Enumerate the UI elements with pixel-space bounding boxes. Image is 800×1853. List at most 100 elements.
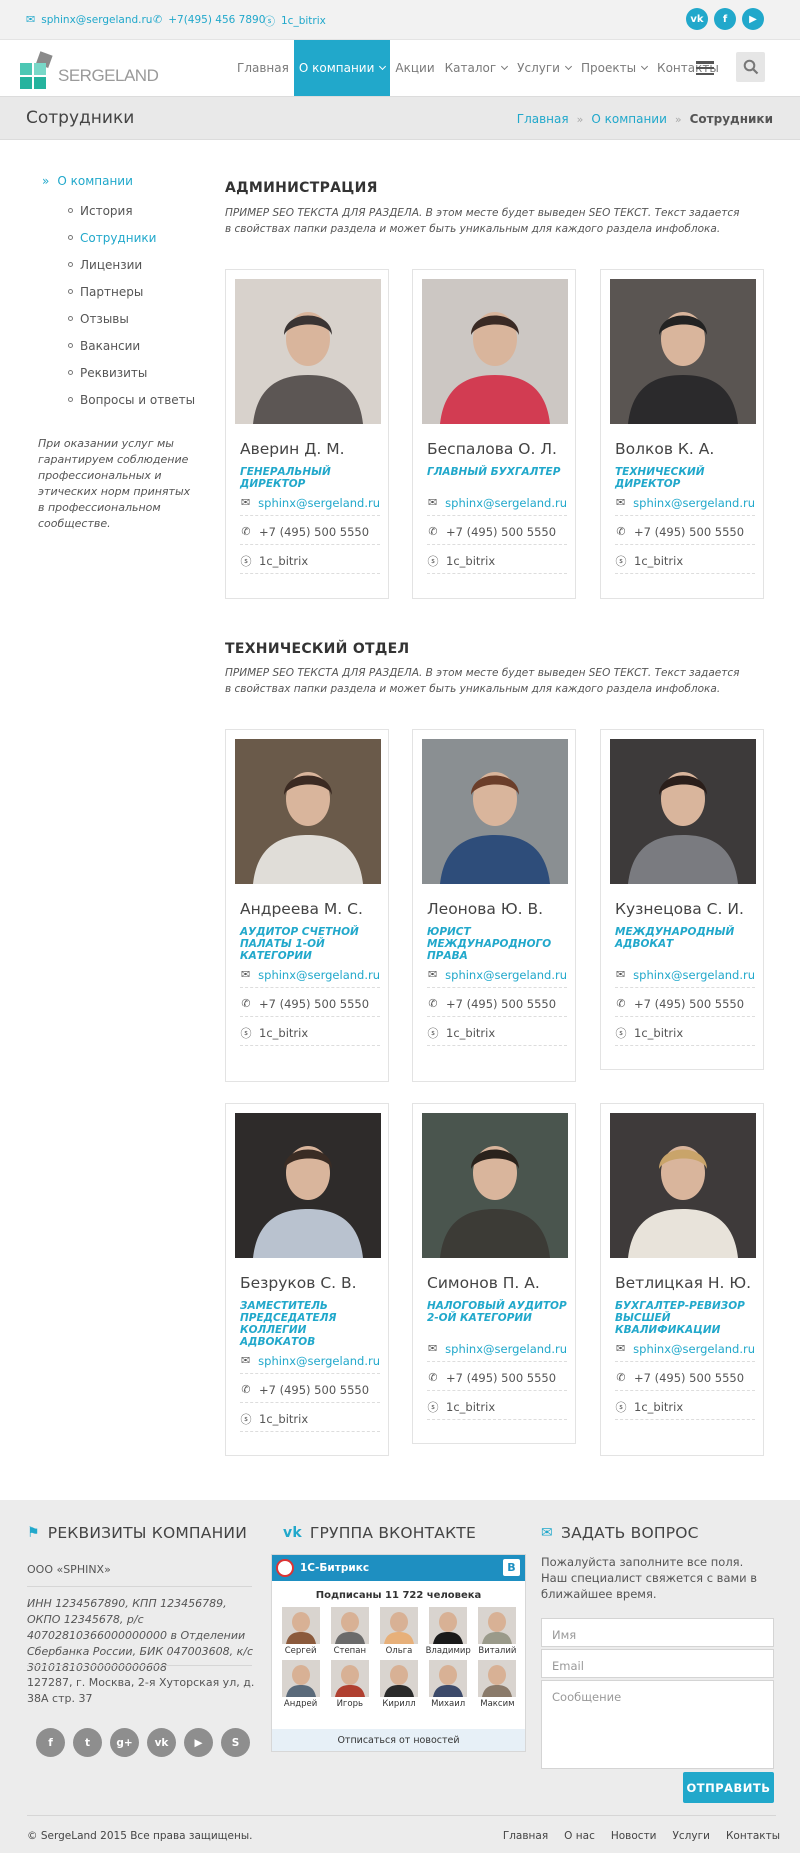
nav-catalog[interactable]: Каталог xyxy=(440,40,513,96)
sidebar-item-reviews[interactable]: Отзывы xyxy=(68,305,195,332)
sidebar-root-about[interactable]: » О компании xyxy=(42,174,133,188)
vk-member-name: Виталий xyxy=(478,1646,517,1656)
youtube-icon[interactable]: ▶ xyxy=(184,1728,213,1757)
employee-skype-link[interactable]: ⓢ 1c_bitrix xyxy=(240,1020,380,1046)
employee-skype-link[interactable]: ⓢ 1c_bitrix xyxy=(427,1020,567,1046)
vk-member[interactable]: Кирилл xyxy=(374,1660,423,1709)
facebook-icon[interactable]: f xyxy=(714,8,736,30)
employee-card: Ветлицкая Н. Ю. БУХГАЛТЕР-РЕВИЗОР ВЫСШЕЙ… xyxy=(600,1103,764,1456)
employee-phone-link[interactable]: ✆ +7 (495) 500 5550 xyxy=(615,1365,755,1391)
footer-link-contacts[interactable]: Контакты xyxy=(726,1830,780,1842)
employee-email-link[interactable]: ✉ sphinx@sergeland.ru xyxy=(427,1336,567,1362)
portrait-image xyxy=(422,739,568,884)
employee-photo xyxy=(610,739,756,884)
vk-member[interactable]: Андрей xyxy=(276,1660,325,1709)
twitter-icon[interactable]: t xyxy=(73,1728,102,1757)
search-button[interactable] xyxy=(736,52,765,82)
topbar-skype-link[interactable]: ⓢ 1c_bitrix xyxy=(264,13,326,29)
envelope-icon: ✉ xyxy=(240,1354,251,1367)
topbar-email-link[interactable]: ✉ sphinx@sergeland.ru xyxy=(26,13,152,26)
google-plus-icon[interactable]: g+ xyxy=(110,1728,139,1757)
vk-member[interactable]: Игорь xyxy=(325,1660,374,1709)
vk-member[interactable]: Виталий xyxy=(473,1607,522,1656)
portrait-image xyxy=(610,279,756,424)
employee-phone-link[interactable]: ✆ +7 (495) 500 5550 xyxy=(240,1377,380,1403)
footer-link-services[interactable]: Услуги xyxy=(673,1830,710,1842)
vk-icon[interactable]: vk xyxy=(686,8,708,30)
employee-skype-link[interactable]: ⓢ 1c_bitrix xyxy=(615,1020,755,1046)
footer-link-news[interactable]: Новости xyxy=(611,1830,657,1842)
employee-card: Безруков С. В. ЗАМЕСТИТЕЛЬ ПРЕДСЕДАТЕЛЯ … xyxy=(225,1103,389,1456)
sidebar-item-staff[interactable]: Сотрудники xyxy=(68,224,195,251)
employee-skype-link[interactable]: ⓢ 1c_bitrix xyxy=(615,548,755,574)
search-icon xyxy=(743,59,758,75)
breadcrumb-home[interactable]: Главная xyxy=(517,112,569,126)
employee-role: ГЕНЕРАЛЬНЫЙ ДИРЕКТОР xyxy=(240,466,331,490)
employee-phone-link[interactable]: ✆ +7 (495) 500 5550 xyxy=(427,1365,567,1391)
employee-phone-link[interactable]: ✆ +7 (495) 500 5550 xyxy=(615,519,755,545)
employee-phone-link[interactable]: ✆ +7 (495) 500 5550 xyxy=(427,991,567,1017)
name-input[interactable]: Имя xyxy=(541,1618,774,1647)
youtube-icon[interactable]: ▶ xyxy=(742,8,764,30)
skype-icon[interactable]: S xyxy=(221,1728,250,1757)
sidebar-item-label: Отзывы xyxy=(80,311,129,326)
breadcrumb-about[interactable]: О компании xyxy=(591,112,667,126)
vk-member[interactable]: Владимир xyxy=(424,1607,473,1656)
nav-about[interactable]: О компании xyxy=(293,40,391,96)
sidebar-item-history[interactable]: История xyxy=(68,197,195,224)
footer-link-home[interactable]: Главная xyxy=(503,1830,548,1842)
employee-email-link[interactable]: ✉ sphinx@sergeland.ru xyxy=(427,962,567,988)
vk-member[interactable]: Ольга xyxy=(374,1607,423,1656)
vk-member[interactable]: Степан xyxy=(325,1607,374,1656)
sidebar-item-label: Вопросы и ответы xyxy=(80,392,196,407)
logo[interactable]: SERGELAND xyxy=(20,50,159,90)
nav-promo[interactable]: Акции xyxy=(390,40,439,96)
employee-phone-link[interactable]: ✆ +7 (495) 500 5550 xyxy=(240,991,380,1017)
employee-card: Беспалова О. Л. ГЛАВНЫЙ БУХГАЛТЕР ✉ sphi… xyxy=(412,269,576,599)
vk-member[interactable]: Михаил xyxy=(424,1660,473,1709)
sidebar-item-partners[interactable]: Партнеры xyxy=(68,278,195,305)
facebook-icon[interactable]: f xyxy=(36,1728,65,1757)
sidebar-note: При оказании услуг мы гарантируем соблюд… xyxy=(38,437,191,530)
employee-skype-link[interactable]: ⓢ 1c_bitrix xyxy=(240,1406,380,1432)
nav-home[interactable]: Главная xyxy=(232,40,294,96)
employee-email-link[interactable]: ✉ sphinx@sergeland.ru xyxy=(427,490,567,516)
menu-icon[interactable] xyxy=(696,61,714,75)
employee-phone-link[interactable]: ✆ +7 (495) 500 5550 xyxy=(240,519,380,545)
vk-icon[interactable]: vk xyxy=(147,1728,176,1757)
vk-member[interactable]: Максим xyxy=(473,1660,522,1709)
vk-unsubscribe-link[interactable]: Отписаться от новостей xyxy=(272,1729,525,1751)
employee-email-link[interactable]: ✉ sphinx@sergeland.ru xyxy=(615,490,755,516)
topbar-phone-link[interactable]: ✆ +7(495) 456 7890 xyxy=(153,13,265,26)
employee-email-link[interactable]: ✉ sphinx@sergeland.ru xyxy=(615,962,755,988)
logo-mark-icon xyxy=(20,51,53,89)
employee-skype-link[interactable]: ⓢ 1c_bitrix xyxy=(240,548,380,574)
footer-link-about[interactable]: О нас xyxy=(564,1830,595,1842)
employee-skype-link[interactable]: ⓢ 1c_bitrix xyxy=(427,548,567,574)
nav-projects[interactable]: Проекты xyxy=(576,40,652,96)
employee-email-link[interactable]: ✉ sphinx@sergeland.ru xyxy=(615,1336,755,1362)
sidebar-item-licenses[interactable]: Лицензии xyxy=(68,251,195,278)
employee-email-link[interactable]: ✉ sphinx@sergeland.ru xyxy=(240,490,380,516)
employee-email-link[interactable]: ✉ sphinx@sergeland.ru xyxy=(240,962,380,988)
nav-services[interactable]: Услуги xyxy=(512,40,576,96)
employee-email-link[interactable]: ✉ sphinx@sergeland.ru xyxy=(240,1348,380,1374)
employee-phone-link[interactable]: ✆ +7 (495) 500 5550 xyxy=(615,991,755,1017)
vk-member[interactable]: Сергей xyxy=(276,1607,325,1656)
send-button[interactable]: ОТПРАВИТЬ xyxy=(683,1772,774,1803)
avatar xyxy=(478,1607,517,1644)
sidebar-item-vacancies[interactable]: Вакансии xyxy=(68,332,195,359)
portrait-image xyxy=(235,1113,381,1258)
footer-vk-title: vk ГРУППА ВКОНТАКТЕ xyxy=(283,1524,476,1542)
sidebar-item-faq[interactable]: Вопросы и ответы xyxy=(68,386,195,413)
footer: ⚑ РЕКВИЗИТЫ КОМПАНИИ ООО «SPHINX» ИНН 12… xyxy=(0,1500,800,1853)
message-textarea[interactable]: Сообщение xyxy=(541,1680,774,1769)
employee-phone-link[interactable]: ✆ +7 (495) 500 5550 xyxy=(427,519,567,545)
sidebar-item-requisites[interactable]: Реквизиты xyxy=(68,359,195,386)
employee-skype-link[interactable]: ⓢ 1c_bitrix xyxy=(615,1394,755,1420)
email-input[interactable]: Email xyxy=(541,1649,774,1678)
employee-skype-link[interactable]: ⓢ 1c_bitrix xyxy=(427,1394,567,1420)
vk-group-name[interactable]: 1С-Битрикс xyxy=(300,1562,369,1574)
employee-photo xyxy=(422,279,568,424)
sidebar-item-label: Вакансии xyxy=(80,338,141,353)
